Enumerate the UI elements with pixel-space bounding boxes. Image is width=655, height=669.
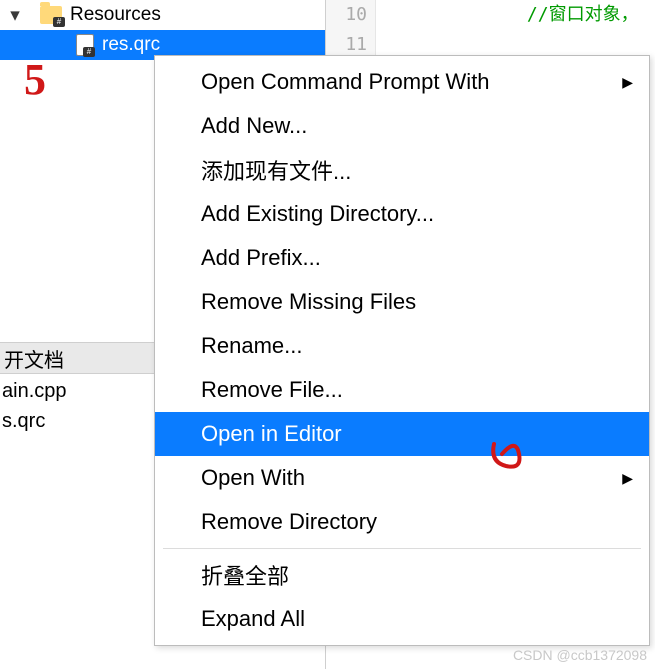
menu-add-new[interactable]: Add New...: [155, 104, 649, 148]
code-area[interactable]: xxxxxxxxxxxxx//窗口对象，: [386, 0, 639, 60]
menu-add-existing-directory[interactable]: Add Existing Directory...: [155, 192, 649, 236]
tree-folder-label: Resources: [66, 4, 161, 26]
submenu-arrow-icon: ▶: [622, 470, 633, 487]
open-docs-header-label: 开文档: [4, 344, 64, 373]
line-number: 10: [326, 0, 375, 30]
menu-rename[interactable]: Rename...: [155, 324, 649, 368]
folder-icon: #: [40, 6, 62, 24]
menu-add-prefix[interactable]: Add Prefix...: [155, 236, 649, 280]
menu-open-command-prompt[interactable]: Open Command Prompt With ▶: [155, 60, 649, 104]
menu-collapse-all[interactable]: 折叠全部: [155, 553, 649, 597]
menu-open-with[interactable]: Open With ▶: [155, 456, 649, 500]
tree-file-label: res.qrc: [98, 34, 160, 56]
context-menu: Open Command Prompt With ▶ Add New... 添加…: [154, 55, 650, 646]
menu-expand-all[interactable]: Expand All: [155, 597, 649, 641]
tree-folder-resources[interactable]: ▾ # Resources: [0, 0, 325, 30]
watermark: CSDN @ccb1372098: [513, 647, 647, 663]
menu-remove-directory[interactable]: Remove Directory: [155, 500, 649, 544]
file-icon: #: [76, 34, 94, 56]
menu-remove-missing-files[interactable]: Remove Missing Files: [155, 280, 649, 324]
code-comment: //窗口对象，: [527, 4, 639, 25]
menu-open-in-editor[interactable]: Open in Editor: [155, 412, 649, 456]
submenu-arrow-icon: ▶: [622, 74, 633, 91]
menu-separator: [163, 548, 641, 549]
chevron-down-icon: ▾: [8, 4, 22, 27]
menu-add-existing-files[interactable]: 添加现有文件...: [155, 148, 649, 192]
menu-remove-file[interactable]: Remove File...: [155, 368, 649, 412]
